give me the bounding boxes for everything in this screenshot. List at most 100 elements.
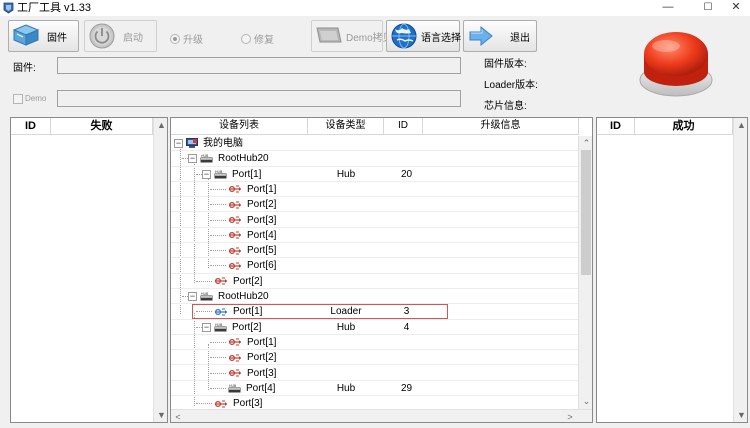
device-name-cell: Port[3]	[228, 213, 276, 228]
col-device-list[interactable]: 设备列表	[171, 118, 308, 135]
scroll-left-icon[interactable]: <	[171, 410, 185, 422]
usb-hub-icon: HUB	[200, 154, 216, 163]
repair-radio[interactable]: 修复	[241, 31, 274, 46]
device-tree-row[interactable]: Port[2]	[171, 197, 579, 213]
usb-port-icon	[228, 369, 245, 377]
minimize-button[interactable]: —	[654, 0, 682, 15]
scroll-down-icon[interactable]: ▼	[734, 408, 747, 422]
col-upgrade-info[interactable]: 升级信息	[423, 118, 579, 135]
scroll-thumb[interactable]	[581, 150, 591, 275]
scroll-right-icon[interactable]: >	[563, 410, 577, 422]
device-tree-row[interactable]: Port[3]	[171, 396, 579, 409]
device-tree-row[interactable]: − HUB RootHub20	[171, 289, 579, 305]
language-button[interactable]: 语言选择	[386, 20, 461, 52]
device-tree-row[interactable]: − HUB Port[2] Hub 4	[171, 320, 579, 335]
demo-checkbox[interactable]	[13, 94, 23, 104]
svg-text:HUB: HUB	[215, 170, 223, 174]
firmware-button-label: 固件	[47, 32, 67, 44]
tree-connector-line	[210, 188, 226, 190]
col-device-id[interactable]: ID	[384, 118, 423, 135]
usb-port-icon	[228, 185, 245, 193]
tree-connector-line	[210, 357, 226, 359]
collapse-toggle-icon[interactable]: −	[174, 139, 183, 148]
device-name: Port[4]	[247, 229, 277, 241]
scroll-up-icon[interactable]: ▲	[734, 118, 747, 132]
device-name: Port[4]	[246, 382, 276, 394]
scroll-up-icon[interactable]: ⌃	[579, 136, 592, 150]
device-tree-row[interactable]: − HUB Port[1] Hub 20	[171, 167, 579, 182]
success-status-header[interactable]: 成功	[635, 118, 733, 135]
demo-checkbox-label: Demo	[25, 94, 47, 103]
usb-hub-icon: HUB	[214, 170, 230, 179]
collapse-toggle-icon[interactable]: −	[188, 292, 197, 301]
device-tree-row[interactable]: Port[6]	[171, 258, 579, 274]
device-name-cell: Port[1]	[228, 335, 276, 350]
scroll-down-icon[interactable]: ▼	[154, 408, 167, 422]
device-tree-row[interactable]: Port[1]	[171, 182, 579, 198]
success-panel-scrollbar[interactable]: ▲ ▼	[733, 118, 747, 422]
device-tree-row[interactable]: Port[2]	[171, 350, 579, 366]
device-name: Port[3]	[247, 214, 277, 226]
device-panel-hscrollbar[interactable]: < >	[171, 409, 592, 422]
device-tree-row[interactable]: Port[3]	[171, 366, 579, 381]
tree-connector-line	[210, 265, 226, 267]
start-button[interactable]: 启动	[84, 20, 157, 52]
device-tree-row[interactable]: − HUB RootHub20	[171, 151, 579, 167]
device-tree-row[interactable]: Port[2]	[171, 274, 579, 289]
device-name-cell: − 我的电脑	[174, 136, 243, 151]
demo-copy-button[interactable]: Demo拷贝	[311, 20, 393, 52]
device-name-cell: − HUB Port[1]	[202, 167, 261, 182]
svg-text:HUB: HUB	[201, 154, 209, 158]
scroll-up-icon[interactable]: ▲	[154, 118, 167, 132]
scroll-down-icon[interactable]: ⌄	[579, 394, 592, 408]
repair-radio-dot	[241, 33, 251, 44]
firmware-path-field[interactable]	[57, 57, 461, 74]
exit-button[interactable]: 退出	[463, 20, 537, 52]
fail-panel-scrollbar[interactable]: ▲ ▼	[153, 118, 167, 422]
collapse-toggle-icon[interactable]: −	[188, 154, 197, 164]
usb-port-icon	[228, 262, 245, 270]
success-id-header[interactable]: ID	[597, 118, 635, 135]
firmware-button[interactable]: 固件	[8, 20, 79, 52]
svg-text:HUB: HUB	[201, 292, 209, 296]
upgrade-radio-label: 升级	[183, 35, 203, 46]
col-device-type[interactable]: 设备类型	[308, 118, 384, 135]
device-name-cell: Port[6]	[228, 258, 276, 273]
device-panel-vscrollbar[interactable]: ⌃ ⌄	[578, 136, 592, 409]
selected-row-outline	[192, 304, 448, 319]
device-tree-row[interactable]: HUB Port[4] Hub 29	[171, 381, 579, 397]
device-id-cell: 4	[403, 321, 410, 333]
device-name-cell: Port[2]	[214, 274, 262, 289]
upgrade-radio[interactable]: 升级	[170, 31, 203, 46]
device-name: Port[2]	[232, 321, 262, 333]
fail-id-header[interactable]: ID	[11, 118, 51, 135]
device-tree-row[interactable]: Port[5]	[171, 243, 579, 259]
loader-version-label: Loader版本:	[484, 80, 538, 91]
fail-status-header[interactable]: 失败	[51, 118, 153, 135]
device-tree-row[interactable]: Port[3]	[171, 213, 579, 228]
device-tree-row[interactable]: − 我的电脑	[171, 136, 579, 152]
maximize-button[interactable]: ☐	[694, 0, 722, 15]
device-type-cell: Hub	[336, 382, 356, 394]
device-tree-row[interactable]: Port[4]	[171, 228, 579, 244]
title-bar: 工厂工具 v1.33 — ☐ ✕	[0, 0, 750, 16]
tree-connector-line	[210, 387, 226, 389]
device-name-cell: Port[5]	[228, 243, 276, 258]
tree-connector-line	[210, 372, 226, 374]
start-button-label: 启动	[123, 32, 143, 44]
collapse-toggle-icon[interactable]: −	[202, 169, 211, 179]
language-button-label: 语言选择	[421, 32, 461, 44]
device-tree-row[interactable]: Port[1]	[171, 335, 579, 351]
usb-port-icon	[228, 338, 245, 346]
device-name-cell: Port[4]	[228, 228, 276, 243]
usb-hub-icon: HUB	[200, 292, 216, 301]
computer-icon	[186, 138, 201, 149]
big-red-button[interactable]	[636, 24, 716, 104]
device-type-cell: Hub	[336, 168, 356, 180]
collapse-toggle-icon[interactable]: −	[202, 322, 211, 332]
close-button[interactable]: ✕	[722, 0, 750, 15]
globe-icon	[391, 23, 417, 49]
device-name: Port[2]	[247, 199, 277, 211]
device-name-cell: − HUB RootHub20	[188, 151, 269, 166]
demo-path-field[interactable]	[57, 90, 461, 107]
